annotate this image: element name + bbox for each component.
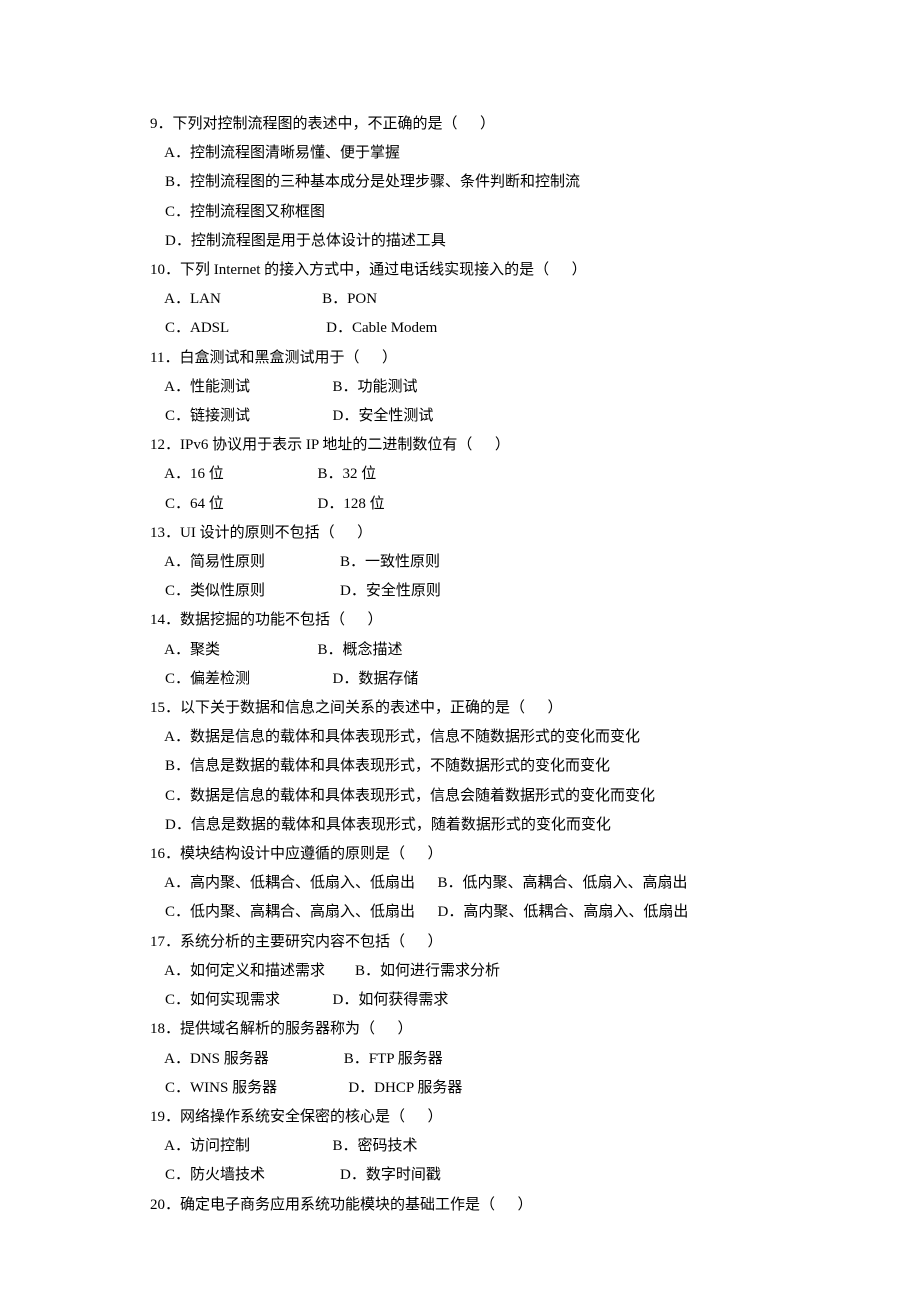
question-stem: 19．网络操作系统安全保密的核心是（ ） <box>150 1103 770 1132</box>
question-option: C．类似性原则 D．安全性原则 <box>150 577 770 606</box>
question-option: D．信息是数据的载体和具体表现形式，随着数据形式的变化而变化 <box>150 811 770 840</box>
question-option: A．控制流程图清晰易懂、便于掌握 <box>150 139 770 168</box>
question-option: C．WINS 服务器 D．DHCP 服务器 <box>150 1074 770 1103</box>
question-option: C．控制流程图又称框图 <box>150 198 770 227</box>
question-stem: 9．下列对控制流程图的表述中，不正确的是（ ） <box>150 110 770 139</box>
question-option: C．ADSL D．Cable Modem <box>150 314 770 343</box>
question-option: A．如何定义和描述需求 B．如何进行需求分析 <box>150 957 770 986</box>
question-stem: 18．提供域名解析的服务器称为（ ） <box>150 1015 770 1044</box>
question-option: A．LAN B．PON <box>150 285 770 314</box>
question-stem: 20．确定电子商务应用系统功能模块的基础工作是（ ） <box>150 1191 770 1220</box>
question-stem: 14．数据挖掘的功能不包括（ ） <box>150 606 770 635</box>
question-option: C．链接测试 D．安全性测试 <box>150 402 770 431</box>
question-option: C．64 位 D．128 位 <box>150 490 770 519</box>
question-option: A．简易性原则 B．一致性原则 <box>150 548 770 577</box>
question-stem: 17．系统分析的主要研究内容不包括（ ） <box>150 928 770 957</box>
question-option: A．聚类 B．概念描述 <box>150 636 770 665</box>
question-stem: 16．模块结构设计中应遵循的原则是（ ） <box>150 840 770 869</box>
question-option: A．DNS 服务器 B．FTP 服务器 <box>150 1045 770 1074</box>
question-option: A．访问控制 B．密码技术 <box>150 1132 770 1161</box>
question-stem: 12．IPv6 协议用于表示 IP 地址的二进制数位有（ ） <box>150 431 770 460</box>
question-stem: 10．下列 Internet 的接入方式中，通过电话线实现接入的是（ ） <box>150 256 770 285</box>
question-option: C．防火墙技术 D．数字时间戳 <box>150 1161 770 1190</box>
question-option: A．数据是信息的载体和具体表现形式，信息不随数据形式的变化而变化 <box>150 723 770 752</box>
question-stem: 13．UI 设计的原则不包括（ ） <box>150 519 770 548</box>
question-option: A．高内聚、低耦合、低扇入、低扇出 B．低内聚、高耦合、低扇入、高扇出 <box>150 869 770 898</box>
question-option: C．偏差检测 D．数据存储 <box>150 665 770 694</box>
question-option: B．控制流程图的三种基本成分是处理步骤、条件判断和控制流 <box>150 168 770 197</box>
question-option: C．数据是信息的载体和具体表现形式，信息会随着数据形式的变化而变化 <box>150 782 770 811</box>
question-option: C．低内聚、高耦合、高扇入、低扇出 D．高内聚、低耦合、高扇入、低扇出 <box>150 898 770 927</box>
question-option: A．16 位 B．32 位 <box>150 460 770 489</box>
question-option: B．信息是数据的载体和具体表现形式，不随数据形式的变化而变化 <box>150 752 770 781</box>
exam-page: 9．下列对控制流程图的表述中，不正确的是（ ） A．控制流程图清晰易懂、便于掌握… <box>0 0 920 1220</box>
question-option: A．性能测试 B．功能测试 <box>150 373 770 402</box>
question-stem: 15．以下关于数据和信息之间关系的表述中，正确的是（ ） <box>150 694 770 723</box>
question-option: D．控制流程图是用于总体设计的描述工具 <box>150 227 770 256</box>
question-option: C．如何实现需求 D．如何获得需求 <box>150 986 770 1015</box>
question-stem: 11．白盒测试和黑盒测试用于（ ） <box>150 344 770 373</box>
